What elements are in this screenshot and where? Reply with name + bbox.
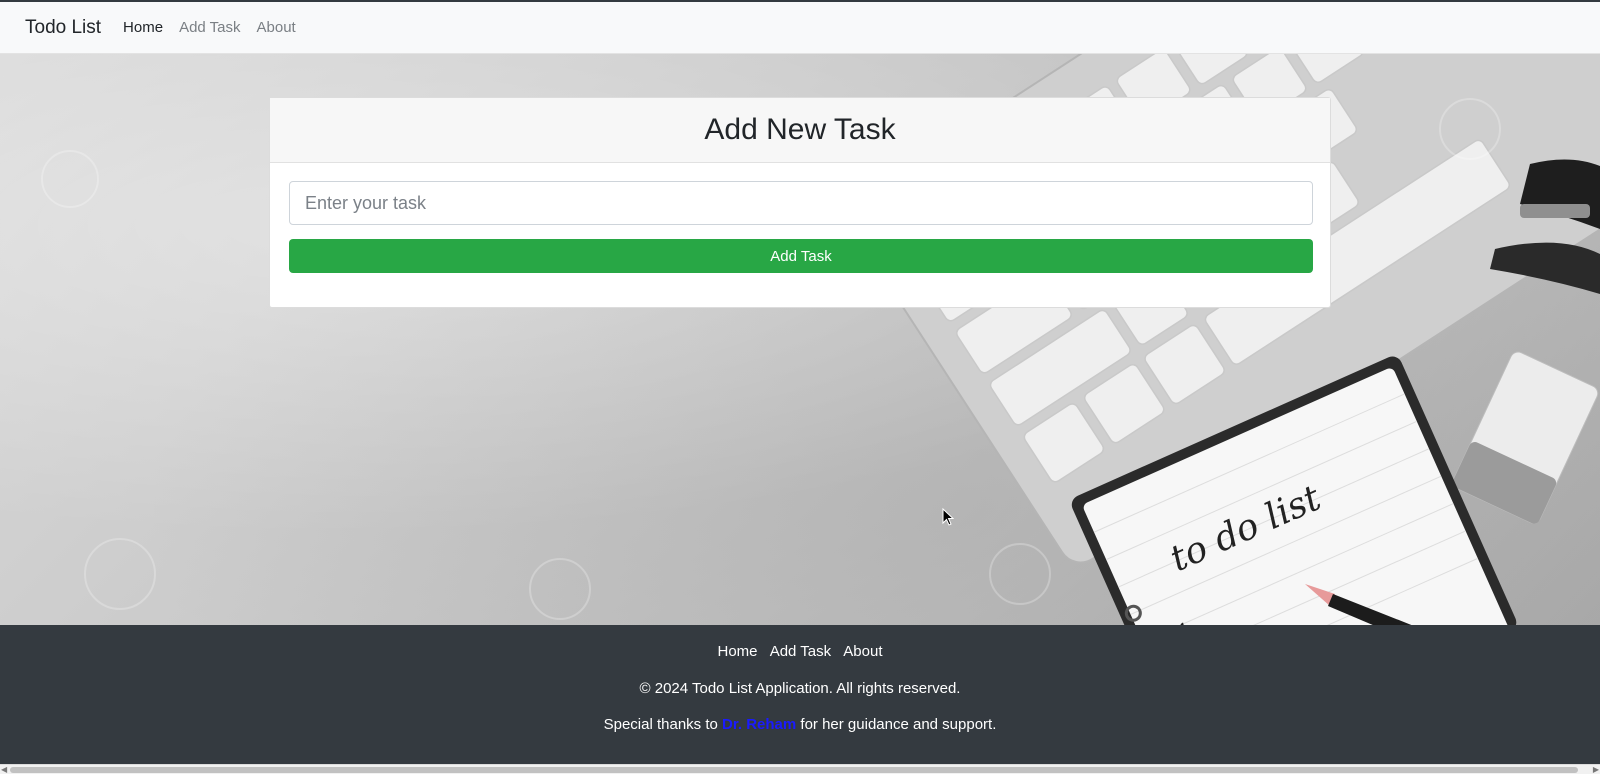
- navbar-brand[interactable]: Todo List: [25, 17, 101, 39]
- card-header: Add New Task: [270, 98, 1330, 163]
- thanks-suffix: for her guidance and support.: [800, 716, 997, 733]
- card-title: Add New Task: [704, 113, 896, 146]
- scroll-left-arrow-icon[interactable]: ◀: [1, 765, 7, 774]
- nav-link-add-task[interactable]: Add Task: [179, 19, 240, 36]
- task-input[interactable]: [289, 181, 1313, 225]
- scroll-right-arrow-icon[interactable]: ▶: [1593, 765, 1599, 774]
- footer-link-about[interactable]: About: [843, 643, 882, 660]
- thanks-prefix: Special thanks to: [603, 716, 718, 733]
- add-task-card: Add New Task Add Task: [269, 97, 1331, 308]
- horizontal-scrollbar[interactable]: ◀ ▶: [0, 764, 1600, 774]
- footer-nav: Home Add Task About: [0, 643, 1600, 660]
- footer: Home Add Task About © 2024 Todo List App…: [0, 625, 1600, 764]
- copyright-text: © 2024 Todo List Application. All rights…: [639, 680, 961, 697]
- nav-link-home[interactable]: Home: [123, 19, 163, 36]
- footer-link-home[interactable]: Home: [718, 643, 758, 660]
- mouse-cursor-icon: [942, 508, 954, 526]
- nav-link-about[interactable]: About: [257, 19, 296, 36]
- thanks-text: Special thanks to Dr. Reham for her guid…: [0, 716, 1600, 733]
- eraser-illustration: [1452, 351, 1599, 524]
- thanks-name-link[interactable]: Dr. Reham: [722, 716, 796, 733]
- footer-link-add-task[interactable]: Add Task: [770, 643, 831, 660]
- navbar: Todo List Home Add Task About: [0, 2, 1600, 54]
- add-task-button[interactable]: Add Task: [289, 239, 1313, 273]
- scrollbar-thumb[interactable]: [10, 767, 1578, 773]
- hero-background: to do list 1. Add New Task Add Task: [0, 54, 1600, 625]
